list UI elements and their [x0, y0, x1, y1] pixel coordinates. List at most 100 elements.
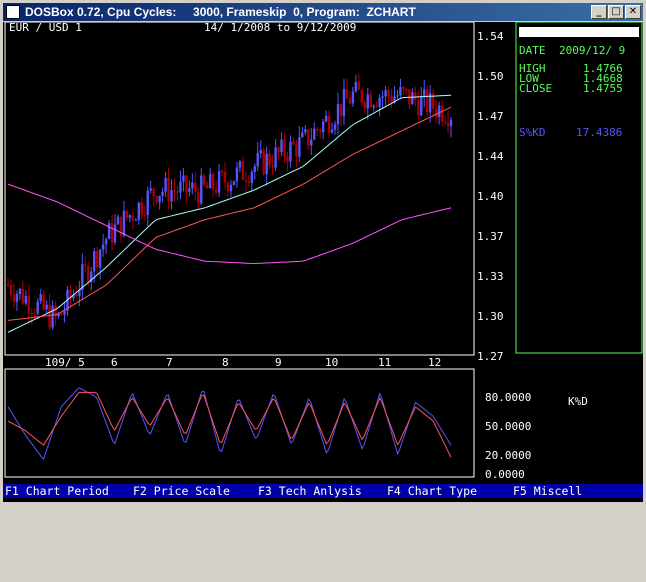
candle-body: [384, 90, 387, 97]
candle-body: [402, 86, 405, 90]
candle-body: [241, 161, 245, 180]
candle-body: [95, 251, 99, 268]
candle-body: [375, 105, 378, 107]
candle-body: [437, 105, 441, 118]
candle-body: [84, 264, 87, 266]
skd-label: S%KD: [519, 126, 546, 139]
candle-body: [443, 121, 447, 123]
candle-body: [200, 175, 203, 204]
stoch-tick-label: 50.0000: [485, 420, 531, 433]
date-axis: 109/ 5 6 7 8 9 10 11 12: [45, 356, 441, 369]
candle-body: [423, 89, 426, 97]
candle-body: [60, 313, 63, 315]
candle-body: [63, 310, 66, 315]
stoch-label: K%D: [568, 395, 588, 408]
f3-tech-analysis[interactable]: F3 Tech Anlysis: [258, 484, 362, 498]
minimize-button[interactable]: _: [591, 5, 607, 19]
candle-body: [15, 293, 19, 302]
candle-body: [107, 223, 111, 239]
stoch-tick-label: 80.0000: [485, 391, 531, 404]
candle-body: [366, 94, 369, 109]
candle-body: [27, 295, 31, 314]
candle-body: [378, 97, 381, 107]
candle-body: [259, 149, 262, 154]
price-tick-label: 1.27: [477, 350, 504, 363]
candle-body: [286, 156, 289, 162]
candle-body: [179, 181, 182, 193]
stoch-tick-label: 20.0000: [485, 449, 531, 462]
candle-body: [289, 141, 292, 162]
date-value: 2009/12/ 9: [559, 44, 625, 57]
candle-body: [307, 129, 310, 146]
candle-body: [247, 181, 251, 183]
candle-body: [191, 182, 194, 189]
date-tick-label: 9: [275, 356, 282, 369]
candle-body: [381, 96, 384, 98]
candle-body: [449, 119, 453, 127]
candle-body: [30, 313, 33, 315]
candle-body: [298, 137, 301, 157]
candle-body: [12, 294, 16, 302]
candle-body: [399, 86, 402, 96]
candle-body: [170, 190, 173, 202]
date-tick-label: 6: [111, 356, 118, 369]
stoch-frame: [4, 368, 475, 478]
f4-chart-type[interactable]: F4 Chart Type: [387, 484, 477, 498]
f2-price-scale[interactable]: F2 Price Scale: [133, 484, 230, 498]
candle-body: [357, 81, 361, 90]
f1-chart-period[interactable]: F1 Chart Period: [5, 484, 109, 498]
candle-body: [211, 173, 215, 190]
price-axis: 1.54 1.50 1.47 1.44 1.40 1.37 1.33 1.30 1.27: [477, 30, 504, 363]
moving-average-line: [7, 183, 452, 265]
candle-body: [208, 173, 212, 189]
candle-body: [104, 238, 108, 245]
candle-body: [414, 92, 417, 101]
candle-body: [327, 115, 331, 133]
candle-body: [75, 294, 78, 296]
date-tick-label: 7: [166, 356, 173, 369]
candle-body: [122, 210, 126, 236]
candle-body: [372, 105, 375, 108]
candle-body: [363, 102, 366, 109]
candle-body: [369, 94, 372, 108]
dos-screen: DATE 2009/12/ 9 HIGH 1.4766 LOW 1.4668 C…: [3, 22, 643, 502]
function-key-bar: F1 Chart Period F2 Price Scale F3 Tech A…: [3, 484, 643, 498]
moving-average-line: [7, 106, 452, 321]
window-title: DOSBox 0.72, Cpu Cycles: 3000, Frameskip…: [25, 5, 416, 19]
date-label: DATE: [519, 44, 546, 57]
candle-body: [318, 130, 322, 133]
candle-body: [316, 128, 319, 131]
candle-body: [143, 215, 146, 217]
candle-body: [417, 100, 420, 116]
candle-body: [134, 219, 138, 221]
candle-body: [274, 147, 277, 168]
f5-miscell[interactable]: F5 Miscell: [513, 484, 582, 498]
maximize-button[interactable]: □: [608, 5, 624, 19]
candle-body: [434, 108, 438, 118]
candle-body: [87, 265, 90, 283]
app-icon: [6, 5, 20, 19]
date-tick-label: 10: [325, 356, 338, 369]
price-tick-label: 1.40: [477, 190, 504, 203]
candle-body: [268, 153, 271, 166]
candle-body: [125, 210, 129, 218]
candle-body: [188, 188, 191, 192]
candle-body: [137, 202, 141, 220]
close-button[interactable]: ✕: [625, 5, 641, 19]
candle-body: [18, 288, 22, 294]
candle-body: [301, 132, 304, 138]
candle-body: [6, 284, 10, 286]
candle-body: [164, 178, 167, 192]
date-tick-label: 12: [428, 356, 441, 369]
candle-body: [440, 105, 444, 122]
stoch-plot: [7, 387, 452, 461]
title-bar[interactable]: DOSBox 0.72, Cpu Cycles: 3000, Frameskip…: [3, 3, 643, 21]
price-tick-label: 1.47: [477, 110, 504, 123]
candle-body: [351, 91, 355, 104]
candle-body: [93, 251, 96, 272]
price-plot: [6, 73, 453, 333]
candle-body: [39, 294, 42, 302]
candle-body: [333, 124, 337, 130]
date-tick-label: 8: [222, 356, 229, 369]
skd-value: 17.4386: [576, 126, 622, 139]
